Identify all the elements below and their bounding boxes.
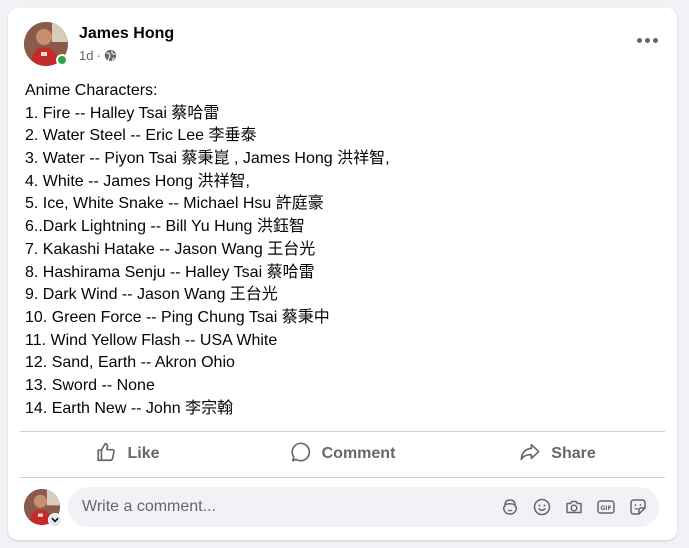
- comment-placeholder: Write a comment...: [82, 498, 216, 515]
- share-label: Share: [551, 445, 596, 462]
- actions-bottom-divider: [20, 477, 665, 478]
- camera-icon[interactable]: [563, 496, 585, 518]
- sticker-icon[interactable]: [627, 496, 649, 518]
- share-arrow-icon: [519, 441, 541, 468]
- post-line: 9. Dark Wind -- Jason Wang 王台光: [25, 286, 278, 304]
- post-header: James Hong 1d ·: [24, 22, 661, 70]
- post-line: 1. Fire -- Halley Tsai 蔡哈雷: [25, 104, 220, 122]
- comment-label: Comment: [321, 445, 396, 462]
- share-button[interactable]: Share: [450, 432, 665, 476]
- like-button[interactable]: Like: [20, 432, 235, 476]
- post-line: 4. White -- James Hong 洪祥智,: [25, 172, 250, 190]
- post-line: 14. Earth New -- John 李宗翰: [25, 399, 234, 417]
- globe-icon[interactable]: [104, 49, 117, 62]
- author-name[interactable]: James Hong: [79, 25, 174, 43]
- smiley-icon[interactable]: [531, 496, 553, 518]
- comment-tools: GIF: [499, 496, 649, 518]
- post-card: James Hong 1d · Anime Characters: 1. Fir…: [8, 8, 677, 540]
- post-line: 5. Ice, White Snake -- Michael Hsu 許庭豪: [25, 195, 324, 213]
- post-line: 12. Sand, Earth -- Akron Ohio: [25, 354, 235, 372]
- svg-text:GIF: GIF: [600, 505, 611, 512]
- post-line: 13. Sword -- None: [25, 376, 155, 394]
- post-actions: Like Comment Share: [20, 432, 665, 476]
- thumbs-up-icon: [95, 441, 117, 468]
- post-line: 8. Hashirama Senju -- Halley Tsai 蔡哈雷: [25, 263, 315, 281]
- post-meta: 1d ·: [79, 48, 117, 63]
- post-line: 11. Wind Yellow Flash -- USA White: [25, 331, 278, 349]
- post-line: 6..Dark Lightning -- Bill Yu Hung 洪鈺智: [25, 218, 305, 236]
- online-status-dot: [56, 54, 68, 66]
- gif-icon[interactable]: GIF: [595, 496, 617, 518]
- speech-bubble-icon: [290, 441, 312, 468]
- post-line: Anime Characters:: [25, 82, 158, 99]
- post-time[interactable]: 1d: [79, 48, 93, 63]
- more-options-icon[interactable]: [633, 30, 661, 50]
- like-label: Like: [127, 445, 160, 462]
- meta-separator: ·: [96, 48, 101, 63]
- avatar-sticker-icon[interactable]: [499, 496, 521, 518]
- chevron-down-icon[interactable]: [48, 513, 62, 527]
- post-text: Anime Characters: 1. Fire -- Halley Tsai…: [25, 80, 661, 420]
- comment-input[interactable]: Write a comment... GIF: [68, 487, 659, 527]
- post-line: 7. Kakashi Hatake -- Jason Wang 王台光: [25, 240, 316, 258]
- comment-button[interactable]: Comment: [235, 432, 450, 476]
- post-line: 10. Green Force -- Ping Chung Tsai 蔡秉中: [25, 308, 330, 326]
- post-line: 3. Water -- Piyon Tsai 蔡秉崑 , James Hong …: [25, 150, 390, 168]
- comment-composer: Write a comment... GIF: [24, 486, 661, 530]
- post-line: 2. Water Steel -- Eric Lee 李垂泰: [25, 127, 257, 145]
